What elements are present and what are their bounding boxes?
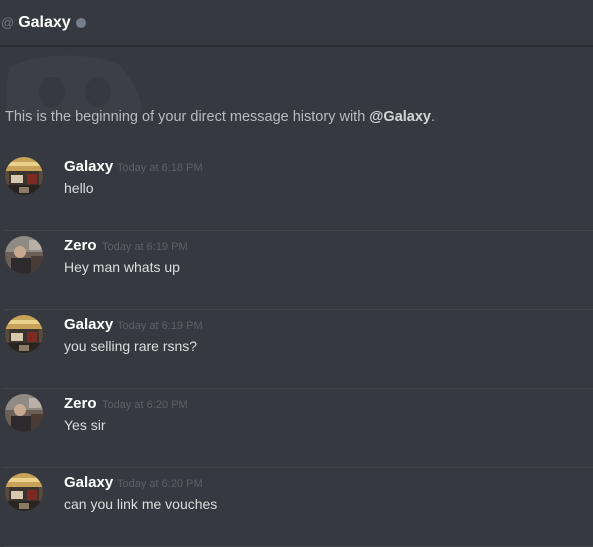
message-content: Yes sir: [64, 417, 106, 433]
offline-status-icon: [75, 17, 86, 28]
message-content: hello: [64, 180, 94, 196]
message-author[interactable]: Galaxy: [64, 474, 113, 491]
message-author[interactable]: Galaxy: [64, 158, 113, 175]
channel-header: @ Galaxy: [0, 0, 593, 46]
user-mention[interactable]: @Galaxy: [369, 109, 431, 125]
message-timestamp: Today at 6:20 PM: [102, 399, 188, 411]
message-content: can you link me vouches: [64, 496, 218, 512]
discord-logo-icon: [0, 47, 200, 117]
message-content: you selling rare rsns?: [64, 338, 198, 354]
message-item: Galaxy Today at 6:20 PM can you link me …: [0, 468, 593, 547]
message-author[interactable]: Galaxy: [64, 316, 113, 333]
message-timestamp: Today at 6:20 PM: [117, 478, 203, 490]
message-timestamp: Today at 6:19 PM: [117, 320, 203, 332]
message-item: Zero Today at 6:20 PM Yes sir: [0, 389, 593, 468]
dm-history-intro: This is the beginning of your direct mes…: [5, 109, 435, 125]
galaxy-avatar[interactable]: [5, 315, 43, 353]
message-content: Hey man whats up: [64, 259, 180, 275]
galaxy-avatar[interactable]: [5, 157, 43, 195]
intro-prefix: This is the beginning of your direct mes…: [5, 109, 370, 125]
at-icon: @: [1, 15, 15, 30]
zero-avatar[interactable]: [5, 236, 43, 274]
message-item: Galaxy Today at 6:18 PM hello: [0, 152, 593, 231]
zero-avatar[interactable]: [5, 394, 43, 432]
intro-suffix: .: [431, 109, 436, 125]
channel-title[interactable]: Galaxy: [18, 14, 70, 32]
message-timestamp: Today at 6:18 PM: [117, 162, 203, 174]
message-timestamp: Today at 6:19 PM: [102, 241, 188, 253]
message-author[interactable]: Zero: [64, 395, 97, 412]
message-item: Galaxy Today at 6:19 PM you selling rare…: [0, 310, 593, 389]
galaxy-avatar[interactable]: [5, 473, 43, 511]
message-item: Zero Today at 6:19 PM Hey man whats up: [0, 231, 593, 310]
message-author[interactable]: Zero: [64, 237, 97, 254]
